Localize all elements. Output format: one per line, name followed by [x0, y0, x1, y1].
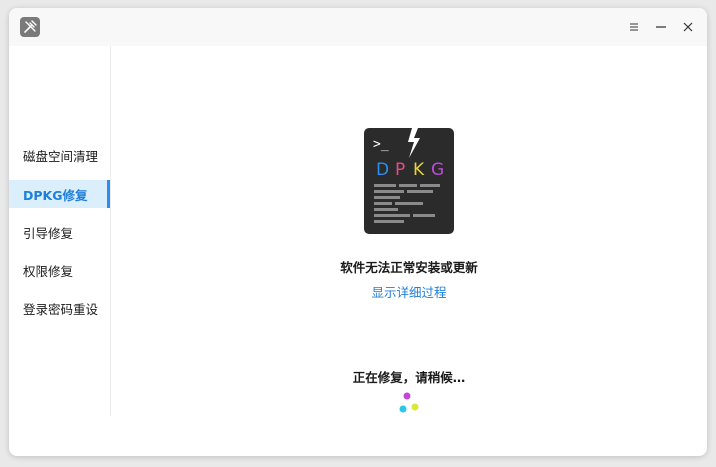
title-bar	[9, 8, 707, 46]
app-window: 磁盘空间清理 DPKG修复 引导修复 权限修复 登录密码重设 >_ D P K …	[9, 8, 707, 456]
loading-spinner-icon	[398, 392, 422, 416]
terminal-prompt: >_	[373, 137, 389, 152]
close-icon[interactable]	[678, 17, 698, 37]
menu-icon[interactable]	[624, 17, 644, 37]
status-title: 软件无法正常安装或更新	[340, 260, 478, 275]
sidebar-item-disk-cleanup[interactable]: 磁盘空间清理	[9, 141, 110, 169]
sidebar-item-dpkg-repair[interactable]: DPKG修复	[9, 180, 110, 208]
dpkg-letter-k: K	[413, 160, 425, 180]
show-details-link[interactable]: 显示详细过程	[111, 282, 707, 301]
dpkg-letter-g: G	[431, 160, 444, 180]
dpkg-letter-p: P	[395, 160, 405, 180]
tools-icon	[20, 17, 40, 37]
dpkg-terminal-icon: >_ D P K G	[364, 128, 454, 234]
progress-text: 正在修复，请稍候…	[352, 370, 466, 385]
sidebar-item-permission-repair[interactable]: 权限修复	[9, 256, 110, 284]
sidebar-item-label: DPKG修复	[23, 187, 88, 203]
minimize-icon[interactable]	[651, 17, 671, 37]
dpkg-letter-d: D	[376, 160, 389, 180]
sidebar-item-label: 登录密码重设	[23, 301, 99, 317]
sidebar-item-label: 引导修复	[23, 225, 74, 241]
sidebar-item-password-reset[interactable]: 登录密码重设	[9, 294, 110, 322]
sidebar-item-label: 磁盘空间清理	[23, 148, 99, 164]
main-panel: >_ D P K G 软件无法正常安装或更新 显示详细过程 正在修复，请稍候…	[111, 46, 707, 456]
sidebar: 磁盘空间清理 DPKG修复 引导修复 权限修复 登录密码重设	[9, 46, 111, 416]
sidebar-item-label: 权限修复	[23, 263, 74, 279]
sidebar-item-boot-repair[interactable]: 引导修复	[9, 218, 110, 246]
